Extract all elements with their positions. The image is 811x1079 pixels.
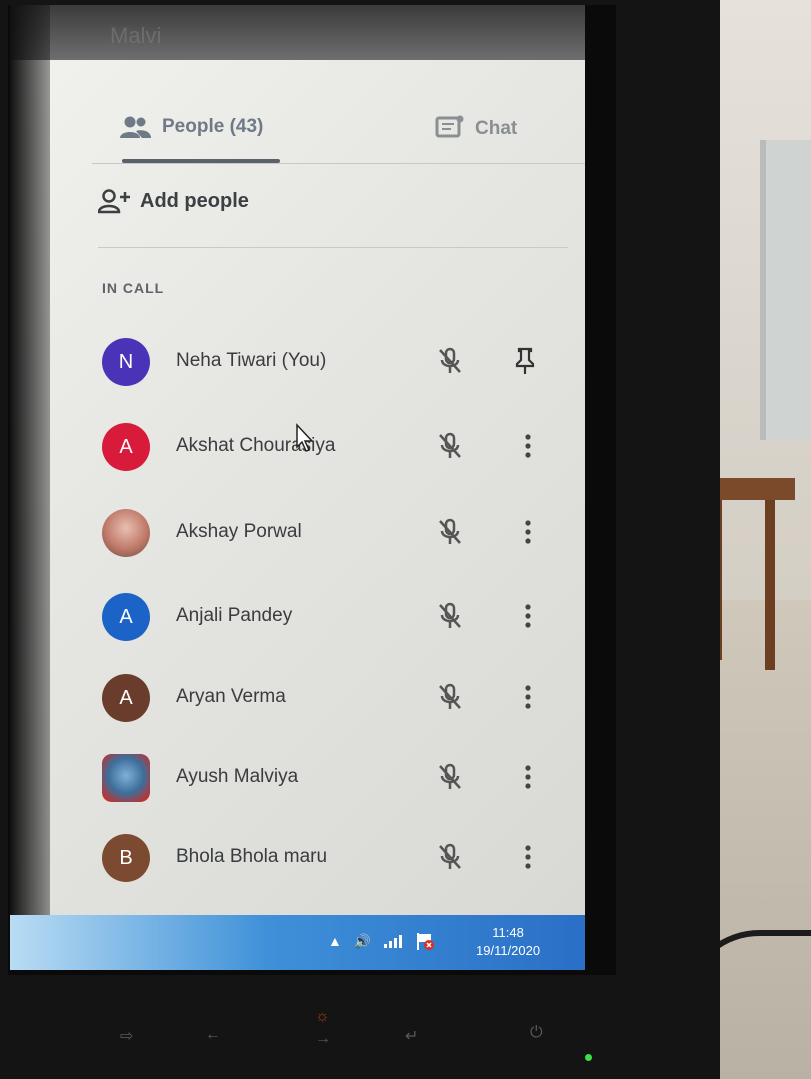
section-heading: IN CALL — [102, 280, 165, 296]
participant-row[interactable]: N Neha Tiwari (You) — [50, 332, 585, 392]
participant-row[interactable]: A Aryan Verma — [50, 668, 585, 728]
room-door — [760, 140, 811, 440]
participant-row[interactable]: A Akshat Chourasiya — [50, 417, 585, 477]
avatar — [102, 509, 150, 557]
more-options-icon[interactable] — [520, 842, 536, 872]
participant-name: Anjali Pandey — [176, 605, 293, 626]
clock[interactable]: 11:48 19/11/2020 — [476, 924, 540, 960]
more-options-icon[interactable] — [520, 762, 536, 792]
monitor-controls: ⇨ ← ☼ → ↵ ⏻ — [100, 1008, 620, 1070]
table-leg — [765, 500, 775, 670]
mic-off-icon — [439, 347, 461, 373]
participant-name: Aryan Verma — [176, 686, 286, 707]
avatar: B — [102, 834, 150, 882]
clock-date: 19/11/2020 — [476, 943, 541, 958]
add-person-icon — [98, 189, 130, 214]
screen: Malvi People (43) Chat Add people IN CAL… — [10, 5, 585, 918]
clock-time: 11:48 — [492, 925, 524, 940]
mic-off-icon — [439, 518, 461, 544]
screen-shadow — [10, 5, 50, 918]
tab-people[interactable]: People (43) — [118, 115, 263, 139]
arrow-up-icon[interactable]: ▲ — [328, 933, 342, 949]
meeting-header: Malvi — [10, 5, 585, 60]
participant-row[interactable]: B Bhola Bhola maru — [50, 828, 585, 888]
people-panel: People (43) Chat Add people IN CALL NNeh… — [50, 60, 585, 918]
flag-icon[interactable] — [415, 931, 435, 951]
tab-chat[interactable]: Chat — [435, 115, 517, 143]
network-icon[interactable] — [383, 933, 403, 949]
pin-icon[interactable] — [512, 346, 538, 376]
power-led — [585, 1054, 592, 1061]
right-arrow-icon[interactable]: → — [315, 1030, 331, 1048]
more-options-icon[interactable] — [520, 601, 536, 631]
participant-row[interactable]: A Anjali Pandey — [50, 587, 585, 647]
more-options-icon[interactable] — [520, 431, 536, 461]
mic-off-icon — [439, 683, 461, 709]
mic-off-icon — [439, 432, 461, 458]
windows-taskbar: ▲ 🔊 11:48 19/11/2020 — [10, 915, 585, 970]
avatar: A — [102, 423, 150, 471]
input-source-icon[interactable]: ⇨ — [120, 1026, 133, 1046]
participant-row[interactable]: Ayush Malviya — [50, 748, 585, 808]
mic-off-icon — [439, 763, 461, 789]
enter-icon[interactable]: ↵ — [405, 1026, 418, 1046]
tab-people-label: People (43) — [162, 116, 264, 137]
participant-name: Bhola Bhola maru — [176, 846, 328, 867]
left-arrow-icon[interactable]: ← — [205, 1026, 221, 1044]
participant-name: Neha Tiwari (You) — [176, 350, 327, 371]
avatar: N — [102, 338, 150, 386]
brightness-icon[interactable]: ☼ — [315, 1008, 330, 1026]
avatar — [102, 754, 150, 802]
power-icon[interactable]: ⏻ — [530, 1024, 543, 1042]
avatar: A — [102, 593, 150, 641]
more-options-icon[interactable] — [520, 517, 536, 547]
volume-icon[interactable]: 🔊 — [354, 933, 371, 950]
participant-row[interactable]: Akshay Porwal — [50, 503, 585, 563]
meeting-title: Malvi — [110, 23, 162, 48]
tab-chat-label: Chat — [475, 118, 518, 139]
add-people-label: Add people — [140, 189, 249, 212]
participant-name: Akshay Porwal — [176, 521, 302, 542]
chat-icon — [435, 115, 464, 138]
add-people-button[interactable]: Add people — [98, 188, 249, 214]
more-options-icon[interactable] — [520, 682, 536, 712]
section-divider — [98, 247, 568, 248]
avatar: A — [102, 674, 150, 722]
tab-divider — [92, 163, 585, 164]
participant-name: Ayush Malviya — [176, 766, 299, 787]
mic-off-icon — [439, 602, 461, 628]
mouse-cursor-icon — [296, 423, 314, 452]
system-tray: ▲ 🔊 — [328, 931, 435, 951]
mic-off-icon — [439, 843, 461, 869]
people-icon — [120, 116, 151, 138]
